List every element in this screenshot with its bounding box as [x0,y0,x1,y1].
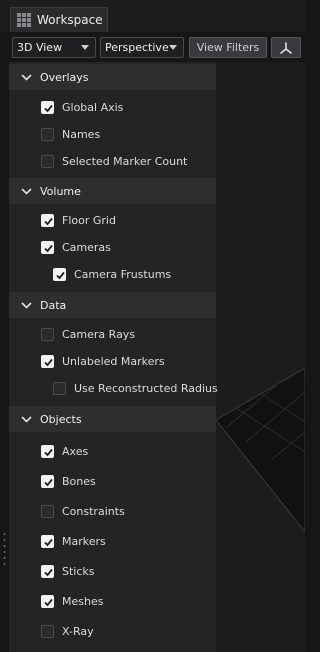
filter-selected-marker-count[interactable]: Selected Marker Count [41,152,187,170]
checkmark-icon [44,104,53,112]
filter-label: Camera Frustums [74,267,172,281]
checkbox-checked[interactable] [41,444,54,458]
filter-label: Meshes [62,594,104,608]
chevron-down-icon [81,45,89,50]
checkbox-unchecked[interactable] [41,327,54,341]
checkmark-icon [44,598,53,606]
projection-value: Perspective [105,41,169,54]
checkbox-checked[interactable] [41,213,54,227]
filter-label: Names [62,127,101,141]
resize-handle-icon[interactable] [3,532,6,568]
checkmark-icon [44,448,53,456]
filter-label: Floor Grid [62,213,116,227]
checkbox-checked[interactable] [53,267,66,281]
3d-viewport[interactable] [216,62,305,652]
view-filters-label: View Filters [196,41,260,54]
checkmark-icon [56,271,65,279]
filter-label: Constraints [62,504,125,518]
checkmark-icon [44,568,53,576]
checkbox-checked[interactable] [41,564,54,578]
tab-bar: Workspace [0,0,305,32]
checkbox-checked[interactable] [41,354,54,368]
chevron-down-icon [21,415,32,423]
filter-label: Global Axis [62,100,124,114]
section-header-objects[interactable]: Objects [9,406,216,432]
filter-use-reconstructed-radius[interactable]: Use Reconstructed Radius [53,379,218,397]
checkbox-unchecked[interactable] [53,381,66,395]
checkmark-icon [44,217,53,225]
checkbox-unchecked[interactable] [41,504,54,518]
checkbox-unchecked[interactable] [41,624,54,638]
checkmark-icon [44,478,53,486]
checkbox-checked[interactable] [41,100,54,114]
filter-cameras[interactable]: Cameras [41,238,111,256]
checkbox-unchecked[interactable] [41,154,54,168]
filter-unlabeled-markers[interactable]: Unlabeled Markers [41,352,165,370]
checkbox-unchecked[interactable] [41,127,54,141]
filter-label: X-Ray [62,624,94,638]
section-title: Volume [40,184,81,198]
chevron-down-icon [169,45,177,50]
view-mode-value: 3D View [17,41,63,54]
checkbox-checked[interactable] [41,594,54,608]
view-filters-button[interactable]: View Filters [189,37,267,58]
filter-floor-grid[interactable]: Floor Grid [41,211,116,229]
chevron-down-icon [21,301,32,309]
tab-label: Workspace [37,13,103,27]
projection-dropdown[interactable]: Perspective [100,37,184,58]
section-title: Overlays [40,70,89,84]
floor-grid [216,367,305,533]
panel-grip-icon [0,4,10,14]
section-title: Objects [40,412,82,426]
filter-x-ray[interactable]: X-Ray [41,622,94,640]
filter-camera-frustums[interactable]: Camera Frustums [53,265,171,283]
filter-constraints[interactable]: Constraints [41,502,125,520]
checkbox-checked[interactable] [41,474,54,488]
tab-workspace[interactable]: Workspace [10,7,108,32]
view-mode-dropdown[interactable]: 3D View [12,37,96,58]
grid-icon [17,13,31,27]
filter-axes[interactable]: Axes [41,442,88,460]
filter-label: Axes [62,444,89,458]
filter-label: Selected Marker Count [62,154,188,168]
filter-label: Cameras [62,240,111,254]
filter-meshes[interactable]: Meshes [41,592,103,610]
filter-markers[interactable]: Markers [41,532,106,550]
chevron-down-icon [21,73,32,81]
filter-global-axis[interactable]: Global Axis [41,98,123,116]
filter-label: Use Reconstructed Radius [74,381,218,395]
filter-bones[interactable]: Bones [41,472,96,490]
viewport-toolbar: 3D View Perspective View Filters [0,32,305,62]
checkbox-checked[interactable] [41,534,54,548]
filter-label: Sticks [62,564,95,578]
checkmark-icon [44,358,53,366]
chevron-down-icon [21,187,32,195]
filter-label: Camera Rays [62,327,136,341]
section-header-data[interactable]: Data [9,292,216,318]
filter-label: Bones [62,474,96,488]
section-header-overlays[interactable]: Overlays [9,64,216,90]
filter-names[interactable]: Names [41,125,100,143]
axes-icon [280,41,292,54]
filter-camera-rays[interactable]: Camera Rays [41,325,135,343]
left-gutter [0,62,9,652]
filter-label: Markers [62,534,106,548]
filter-sticks[interactable]: Sticks [41,562,95,580]
filter-label: Unlabeled Markers [62,354,165,368]
checkbox-checked[interactable] [41,240,54,254]
section-header-volume[interactable]: Volume [9,178,216,204]
section-title: Data [40,298,67,312]
axes-button[interactable] [271,37,301,58]
view-filters-panel: Overlays Global Axis Names Selected Mark… [9,62,218,652]
checkmark-icon [44,244,53,252]
checkmark-icon [44,538,53,546]
